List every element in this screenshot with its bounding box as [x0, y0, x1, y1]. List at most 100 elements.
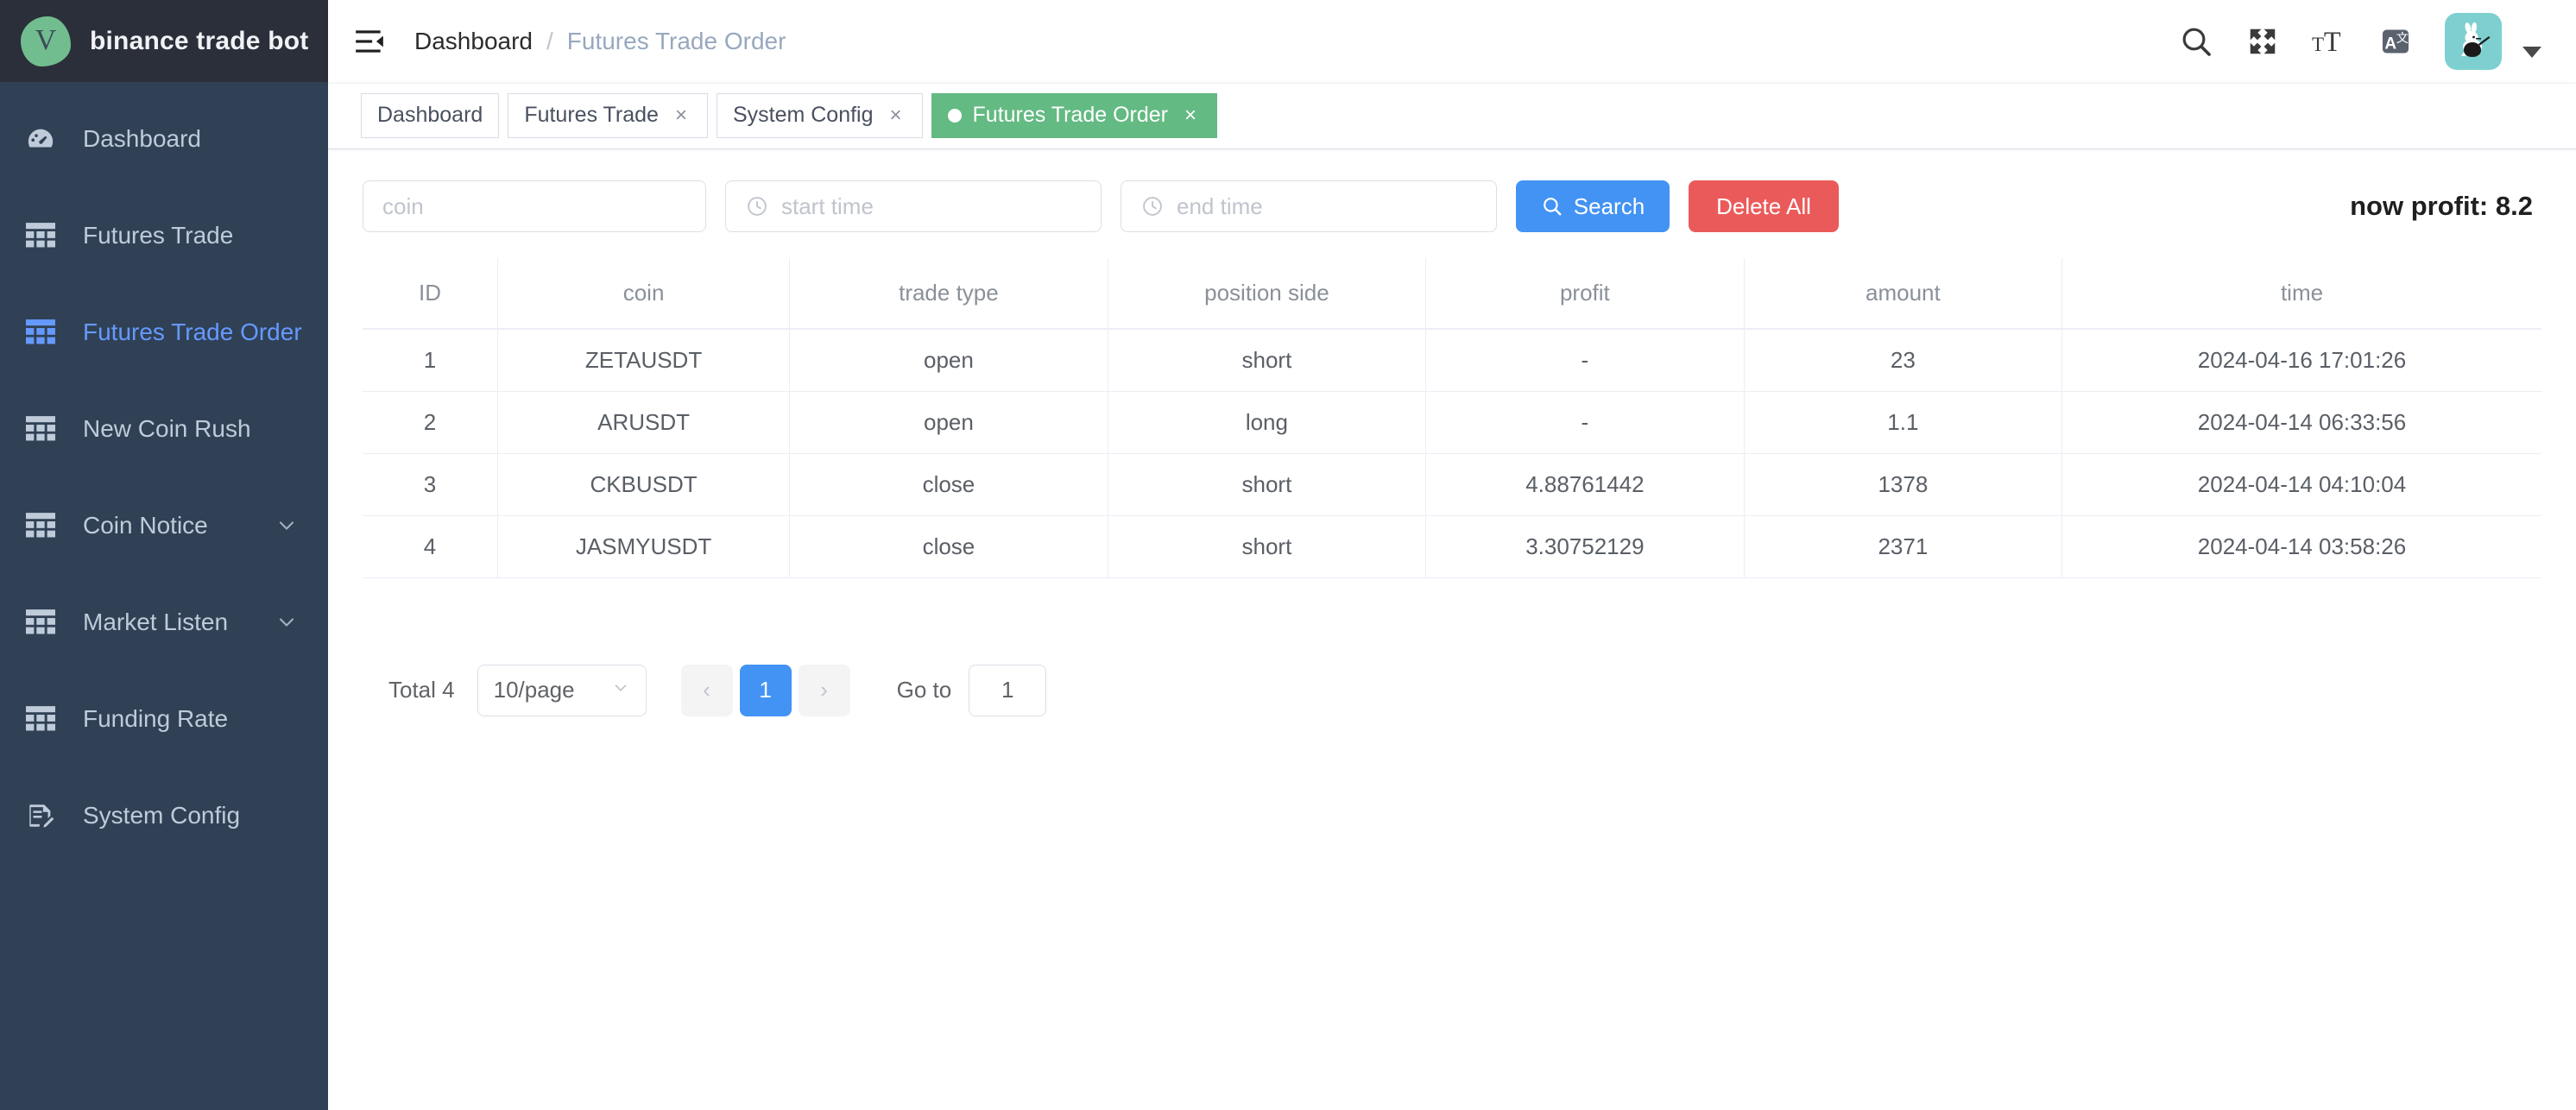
column-header-coin[interactable]: coin	[496, 258, 791, 330]
font-size-icon[interactable]: T T	[2312, 24, 2346, 59]
close-icon[interactable]: ×	[671, 104, 691, 126]
user-avatar[interactable]	[2444, 12, 2502, 70]
chevron-down-icon	[275, 610, 299, 634]
sidebar-item-new-coin-rush[interactable]: New Coin Rush	[0, 381, 328, 477]
sidebar-item-label: Futures Trade Order	[83, 318, 302, 345]
breadcrumb-current: Futures Trade Order	[566, 27, 786, 54]
tag-futures-trade-order[interactable]: Futures Trade Order ×	[931, 92, 1217, 138]
tag-system-config[interactable]: System Config ×	[716, 92, 923, 138]
end-time-input[interactable]: end time	[1121, 180, 1497, 232]
sidebar-item-dashboard[interactable]: Dashboard	[0, 91, 328, 187]
svg-text:T: T	[2324, 25, 2341, 56]
cell-id: 2	[363, 390, 498, 454]
tag-futures-trade[interactable]: Futures Trade ×	[508, 92, 708, 138]
cell-trade-type: close	[789, 514, 1108, 578]
coin-input[interactable]: coin	[363, 180, 706, 232]
page-size-select[interactable]: 10/page	[477, 664, 647, 716]
sidebar-item-label: New Coin Rush	[83, 415, 251, 442]
sidebar-logo[interactable]: V binance trade bot	[0, 0, 328, 82]
sidebar-item-futures-trade[interactable]: Futures Trade	[0, 187, 328, 284]
tag-label: Futures Trade	[524, 103, 659, 127]
goto-page-input[interactable]: 1	[969, 664, 1047, 716]
cell-time: 2024-04-16 17:01:26	[2061, 328, 2541, 392]
sidebar-item-label: System Config	[83, 802, 241, 829]
close-icon[interactable]: ×	[886, 104, 906, 126]
cell-coin: ZETAUSDT	[496, 328, 791, 392]
clock-icon	[745, 194, 769, 218]
dashboard-icon	[26, 124, 62, 154]
cell-position-side: short	[1107, 328, 1427, 392]
table-header: ID coin trade type position side profit …	[363, 258, 2541, 330]
sidebar-item-coin-notice[interactable]: Coin Notice	[0, 477, 328, 574]
search-button-label: Search	[1573, 192, 1645, 219]
column-header-amount[interactable]: amount	[1743, 258, 2063, 330]
cell-profit: 3.30752129	[1425, 514, 1745, 578]
table-row[interactable]: 3 CKBUSDT close short 4.88761442 1378 20…	[363, 452, 2541, 516]
table-icon	[26, 223, 62, 249]
cell-id: 3	[363, 452, 498, 516]
prev-page-button[interactable]: ‹	[680, 664, 733, 716]
cell-amount: 23	[1743, 328, 2063, 392]
cell-coin: ARUSDT	[496, 390, 791, 454]
table-row[interactable]: 2 ARUSDT open long - 1.1 2024-04-14 06:3…	[363, 390, 2541, 454]
cell-amount: 1378	[1743, 452, 2063, 516]
document-edit-icon	[26, 801, 62, 830]
cell-id: 4	[363, 514, 498, 578]
collapse-menu-icon[interactable]	[350, 22, 388, 60]
delete-all-button-label: Delete All	[1716, 192, 1811, 219]
breadcrumb-root[interactable]: Dashboard	[414, 28, 533, 55]
main-area: Dashboard / Futures Trade Order T T A 文 …	[328, 0, 2576, 1110]
chevron-down-icon	[611, 677, 630, 703]
sidebar: V binance trade bot Dashboard Futures Tr…	[0, 0, 328, 1110]
cell-time: 2024-04-14 04:10:04	[2061, 452, 2541, 516]
column-header-position-side[interactable]: position side	[1107, 258, 1427, 330]
next-page-button[interactable]: ›	[798, 664, 850, 716]
sidebar-item-futures-trade-order[interactable]: Futures Trade Order	[0, 284, 328, 381]
translate-icon[interactable]: A 文	[2379, 25, 2412, 58]
column-header-profit[interactable]: profit	[1425, 258, 1745, 330]
sidebar-item-label: Coin Notice	[83, 512, 208, 539]
chevron-down-icon	[275, 514, 299, 538]
fullscreen-icon[interactable]	[2246, 25, 2279, 58]
tags-view: Dashboard Futures Trade × System Config …	[328, 82, 2576, 149]
cell-amount: 2371	[1743, 514, 2063, 578]
cell-amount: 1.1	[1743, 390, 2063, 454]
cell-time: 2024-04-14 03:58:26	[2061, 514, 2541, 578]
svg-text:T: T	[2312, 32, 2324, 54]
table-row[interactable]: 1 ZETAUSDT open short - 23 2024-04-16 17…	[363, 328, 2541, 392]
column-header-time[interactable]: time	[2061, 258, 2541, 330]
start-time-input[interactable]: start time	[725, 180, 1102, 232]
cell-position-side: short	[1107, 514, 1427, 578]
now-profit-label: now profit: 8.2	[2350, 191, 2533, 221]
cell-position-side: long	[1107, 390, 1427, 454]
search-button[interactable]: Search	[1516, 180, 1670, 232]
search-icon[interactable]	[2179, 24, 2213, 59]
top-navbar: Dashboard / Futures Trade Order T T A 文	[328, 0, 2576, 82]
app-root: V binance trade bot Dashboard Futures Tr…	[0, 0, 2576, 1110]
navbar-actions: T T A 文	[2179, 12, 2541, 70]
caret-down-icon[interactable]	[2522, 46, 2541, 58]
logo-letter: V	[35, 23, 57, 56]
delete-all-button[interactable]: Delete All	[1689, 180, 1839, 232]
sidebar-item-system-config[interactable]: System Config	[0, 767, 328, 864]
cell-id: 1	[363, 328, 498, 392]
sidebar-item-label: Dashboard	[83, 125, 201, 152]
app-title: binance trade bot	[90, 26, 309, 55]
table-row[interactable]: 4 JASMYUSDT close short 3.30752129 2371 …	[363, 514, 2541, 578]
table-body: 1 ZETAUSDT open short - 23 2024-04-16 17…	[363, 328, 2541, 578]
svg-text:A: A	[2384, 35, 2396, 53]
table-header-row: ID coin trade type position side profit …	[363, 258, 2541, 330]
table-icon	[26, 416, 62, 442]
page-number-1[interactable]: 1	[739, 664, 792, 716]
cell-trade-type: open	[789, 328, 1108, 392]
cell-trade-type: close	[789, 452, 1108, 516]
tag-dashboard[interactable]: Dashboard	[361, 92, 500, 138]
table-icon	[26, 513, 62, 539]
clock-icon	[1140, 194, 1165, 218]
coin-input-placeholder: coin	[382, 192, 424, 219]
column-header-id[interactable]: ID	[363, 258, 498, 330]
column-header-trade-type[interactable]: trade type	[789, 258, 1108, 330]
sidebar-item-funding-rate[interactable]: Funding Rate	[0, 671, 328, 767]
close-icon[interactable]: ×	[1180, 104, 1201, 126]
sidebar-item-market-listen[interactable]: Market Listen	[0, 574, 328, 671]
